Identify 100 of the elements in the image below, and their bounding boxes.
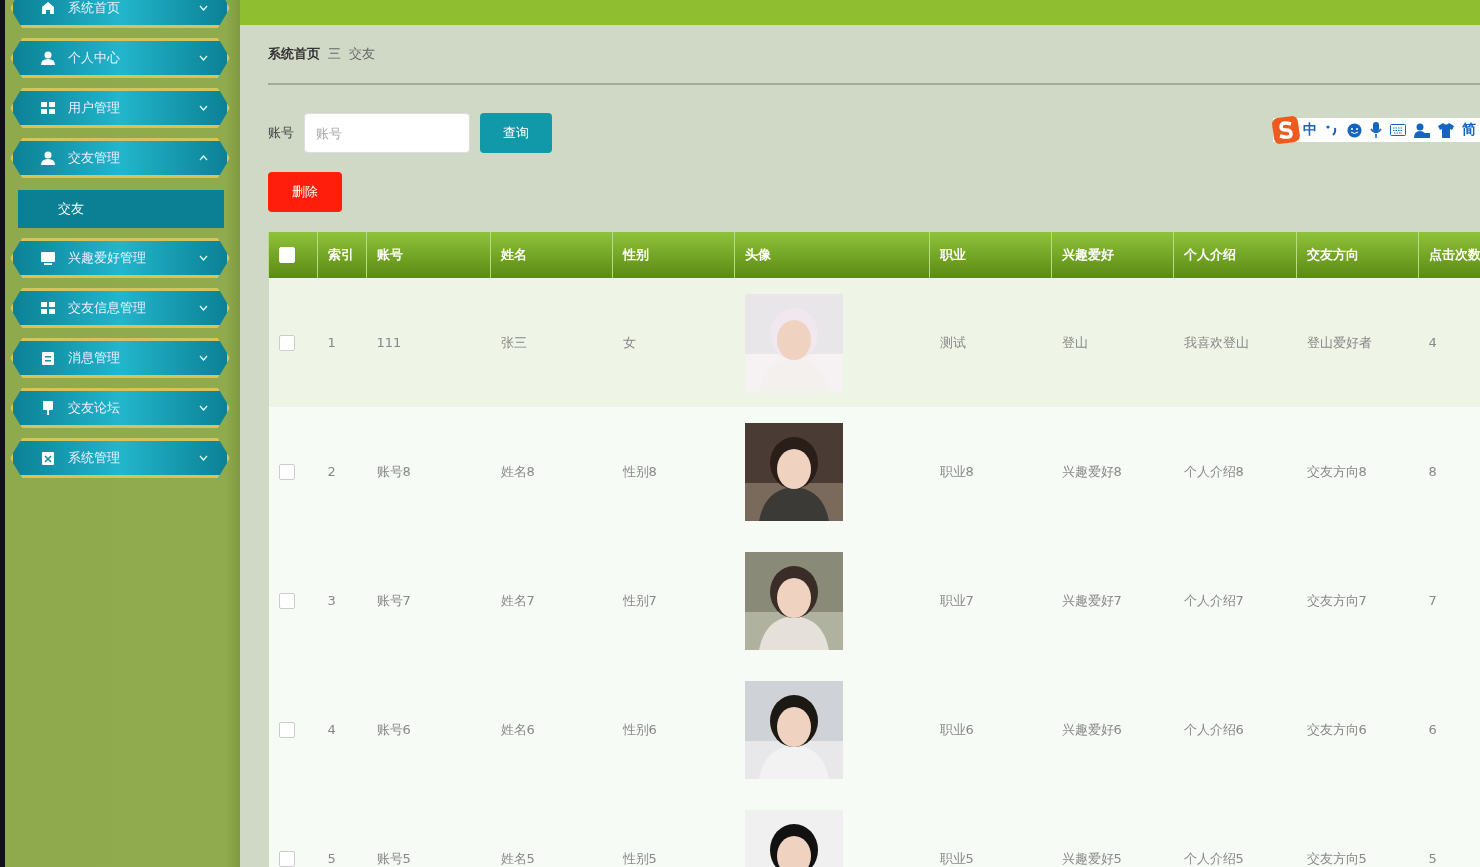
table-cell: 个人介绍5 bbox=[1183, 850, 1244, 866]
table-cell: 兴趣爱好5 bbox=[1061, 850, 1122, 866]
table-cell: 登山 bbox=[1061, 334, 1088, 350]
column-header: 姓名 bbox=[490, 232, 613, 278]
search-field[interactable]: 账号 bbox=[304, 113, 470, 153]
sidebar-item[interactable]: 个人中心 bbox=[10, 38, 230, 78]
table-cell: 2 bbox=[327, 464, 336, 479]
user-icon bbox=[40, 150, 56, 166]
breadcrumb-link[interactable]: 系统首页 bbox=[268, 45, 320, 63]
table-cell: 职业8 bbox=[939, 463, 974, 479]
table-cell: 交友方向6 bbox=[1306, 721, 1367, 737]
table-cell: 交友方向5 bbox=[1306, 850, 1367, 866]
table-cell: 个人介绍8 bbox=[1183, 463, 1244, 479]
table-cell: 张三 bbox=[500, 334, 527, 350]
table-cell: 交友方向8 bbox=[1306, 463, 1367, 479]
chevron-down-icon bbox=[199, 305, 208, 311]
table-cell: 1 bbox=[327, 335, 336, 350]
table-cell: 4 bbox=[1428, 335, 1437, 350]
table-cell: 7 bbox=[1428, 593, 1437, 608]
pin-icon bbox=[40, 400, 56, 416]
table-cell: 兴趣爱好6 bbox=[1061, 721, 1122, 737]
chevron-down-icon bbox=[199, 405, 208, 411]
table-cell: 测试 bbox=[939, 334, 966, 350]
row-checkbox[interactable] bbox=[278, 721, 295, 738]
table-cell: 兴趣爱好7 bbox=[1061, 592, 1122, 608]
column-header: 性别 bbox=[612, 232, 735, 278]
microphone-icon[interactable] bbox=[1370, 122, 1382, 138]
column-header: 个人介绍 bbox=[1173, 232, 1297, 278]
breadcrumb-separator: 三 bbox=[328, 45, 341, 63]
table-cell: 5 bbox=[1428, 851, 1437, 866]
sidebar-item[interactable]: 兴趣爱好管理 bbox=[10, 238, 230, 278]
chevron-down-icon bbox=[199, 105, 208, 111]
breadcrumb-current: 交友 bbox=[349, 45, 375, 63]
sidebar-item[interactable]: 交友管理 bbox=[10, 138, 230, 178]
punctuation-icon[interactable] bbox=[1325, 123, 1339, 137]
table-cell: 账号7 bbox=[376, 592, 411, 608]
search-button[interactable]: 查询 bbox=[480, 113, 552, 153]
select-all-checkbox[interactable] bbox=[279, 247, 295, 264]
row-checkbox[interactable] bbox=[278, 592, 295, 609]
table-cell: 姓名8 bbox=[500, 463, 535, 479]
home-icon bbox=[40, 0, 56, 16]
table-cell: 职业5 bbox=[939, 850, 974, 866]
chevron-down-icon bbox=[199, 355, 208, 361]
column-header: 职业 bbox=[929, 232, 1052, 278]
user-icon[interactable] bbox=[1414, 122, 1430, 138]
table-cell: 性别6 bbox=[622, 721, 657, 737]
delete-button[interactable]: 删除 bbox=[268, 172, 342, 212]
table-cell: 账号5 bbox=[376, 850, 411, 866]
field-label: 账号 bbox=[268, 124, 294, 142]
row-checkbox[interactable] bbox=[278, 850, 295, 867]
keyboard-icon[interactable] bbox=[1390, 124, 1406, 136]
chevron-up-icon bbox=[199, 155, 208, 161]
column-header: 交友方向 bbox=[1296, 232, 1419, 278]
table-cell: 111 bbox=[376, 335, 402, 350]
table-cell: 个人介绍7 bbox=[1183, 592, 1244, 608]
column-header: 索引 bbox=[317, 232, 367, 278]
row-checkbox[interactable] bbox=[278, 463, 295, 480]
box-icon bbox=[40, 450, 56, 466]
column-header: 兴趣爱好 bbox=[1051, 232, 1174, 278]
row-checkbox[interactable] bbox=[278, 334, 295, 351]
user-icon bbox=[40, 50, 56, 66]
table-cell: 职业7 bbox=[939, 592, 974, 608]
table-cell: 交友方向7 bbox=[1306, 592, 1367, 608]
table-cell: 4 bbox=[327, 722, 336, 737]
submenu-item[interactable]: 交友 bbox=[18, 190, 224, 228]
column-header: 头像 bbox=[734, 232, 930, 278]
ime-mode[interactable]: 中 bbox=[1303, 121, 1317, 139]
table-cell: 登山爱好者 bbox=[1306, 334, 1372, 350]
table-cell: 性别8 bbox=[622, 463, 657, 479]
sidebar-item[interactable]: 系统管理 bbox=[10, 438, 230, 478]
chevron-down-icon bbox=[199, 255, 208, 261]
shirt-icon[interactable] bbox=[1438, 122, 1454, 138]
monitor-icon bbox=[40, 250, 56, 266]
sidebar-item[interactable]: 交友论坛 bbox=[10, 388, 230, 428]
table-cell: 3 bbox=[327, 593, 336, 608]
sidebar-item[interactable]: 用户管理 bbox=[10, 88, 230, 128]
table-cell: 姓名5 bbox=[500, 850, 535, 866]
table-cell: 性别7 bbox=[622, 592, 657, 608]
table-cell: 5 bbox=[327, 851, 336, 866]
sidebar-item[interactable]: 消息管理 bbox=[10, 338, 230, 378]
ime-script[interactable]: 简 bbox=[1462, 121, 1476, 139]
table-cell: 女 bbox=[622, 334, 636, 350]
table-cell: 账号6 bbox=[376, 721, 411, 737]
emoji-icon[interactable] bbox=[1347, 122, 1362, 138]
chevron-down-icon bbox=[199, 455, 208, 461]
grid-icon bbox=[40, 100, 56, 116]
sidebar-item[interactable]: 交友信息管理 bbox=[10, 288, 230, 328]
sidebar-item[interactable]: 系统首页 bbox=[10, 0, 230, 28]
clipboard-icon bbox=[40, 350, 56, 366]
table-cell: 我喜欢登山 bbox=[1183, 334, 1249, 350]
table-cell: 姓名7 bbox=[500, 592, 535, 608]
chevron-down-icon bbox=[199, 55, 208, 61]
table-cell: 个人介绍6 bbox=[1183, 721, 1244, 737]
chevron-down-icon bbox=[199, 5, 208, 11]
table-cell: 性别5 bbox=[622, 850, 657, 866]
table-cell: 账号8 bbox=[376, 463, 411, 479]
table-cell: 姓名6 bbox=[500, 721, 535, 737]
grid-icon bbox=[40, 300, 56, 316]
table-cell: 6 bbox=[1428, 722, 1437, 737]
table-cell: 职业6 bbox=[939, 721, 974, 737]
